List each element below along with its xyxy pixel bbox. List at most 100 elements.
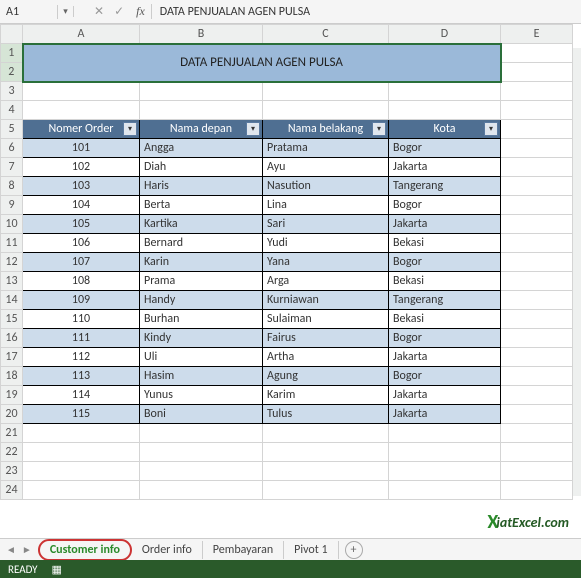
table-cell[interactable]: Jakarta [389,405,501,424]
table-cell[interactable]: 112 [23,348,140,367]
table-cell[interactable]: Bogor [389,367,501,386]
cell[interactable] [389,82,501,101]
cell[interactable] [501,272,573,291]
cell[interactable] [501,462,573,481]
table-cell[interactable]: Karin [140,253,263,272]
cell[interactable] [389,462,501,481]
table-cell[interactable]: Artha [263,348,389,367]
table-cell[interactable]: Haris [140,177,263,196]
table-cell[interactable]: 110 [23,310,140,329]
row-header[interactable]: 1 [1,44,23,63]
cell[interactable] [501,443,573,462]
cell[interactable] [501,177,573,196]
table-cell[interactable]: 106 [23,234,140,253]
filter-dropdown-icon[interactable]: ▾ [372,122,386,136]
row-header[interactable]: 15 [1,310,23,329]
row-header[interactable]: 19 [1,386,23,405]
row-header[interactable]: 11 [1,234,23,253]
table-cell[interactable]: Bogor [389,196,501,215]
cell[interactable] [263,481,389,500]
cell[interactable] [501,139,573,158]
table-cell[interactable]: Angga [140,139,263,158]
cell[interactable] [501,120,573,139]
table-header-cell[interactable]: Nomer Order▾ [23,120,140,139]
col-header-D[interactable]: D [389,25,501,44]
table-cell[interactable]: 104 [23,196,140,215]
cell[interactable] [23,101,140,120]
table-cell[interactable]: Yana [263,253,389,272]
cell[interactable] [263,101,389,120]
table-cell[interactable]: Agung [263,367,389,386]
table-cell[interactable]: Berta [140,196,263,215]
cell[interactable] [263,462,389,481]
table-cell[interactable]: Lina [263,196,389,215]
row-header[interactable]: 9 [1,196,23,215]
table-cell[interactable]: Bogor [389,329,501,348]
sheet-tab-pivot-1[interactable]: Pivot 1 [284,541,338,559]
col-header-B[interactable]: B [140,25,263,44]
table-cell[interactable]: Prama [140,272,263,291]
cell[interactable] [501,348,573,367]
fx-icon[interactable]: fx [130,4,152,19]
row-header[interactable]: 20 [1,405,23,424]
cell[interactable] [389,443,501,462]
table-cell[interactable]: Burhan [140,310,263,329]
table-cell[interactable]: 107 [23,253,140,272]
table-cell[interactable]: Tangerang [389,291,501,310]
cell[interactable] [501,310,573,329]
title-merged-cell[interactable]: DATA PENJUALAN AGEN PULSA [23,44,501,82]
table-cell[interactable]: 101 [23,139,140,158]
table-cell[interactable]: 108 [23,272,140,291]
cell[interactable] [501,215,573,234]
table-cell[interactable]: 109 [23,291,140,310]
cell[interactable] [263,443,389,462]
name-box-dropdown-icon[interactable]: ▾ [58,6,74,17]
table-cell[interactable]: 105 [23,215,140,234]
table-cell[interactable]: 102 [23,158,140,177]
table-cell[interactable]: Bernard [140,234,263,253]
cell[interactable] [501,367,573,386]
table-cell[interactable]: Sari [263,215,389,234]
cell[interactable] [263,424,389,443]
cell[interactable] [501,63,573,82]
table-cell[interactable]: Diah [140,158,263,177]
cell[interactable] [23,424,140,443]
table-cell[interactable]: Hasim [140,367,263,386]
formula-input[interactable]: DATA PENJUALAN AGEN PULSA [152,5,581,19]
cell[interactable] [501,424,573,443]
cell[interactable] [501,196,573,215]
table-cell[interactable]: Bekasi [389,272,501,291]
table-cell[interactable]: 115 [23,405,140,424]
col-header-A[interactable]: A [23,25,140,44]
cell[interactable] [389,101,501,120]
row-header[interactable]: 12 [1,253,23,272]
row-header[interactable]: 6 [1,139,23,158]
table-cell[interactable]: Uli [140,348,263,367]
table-cell[interactable]: 111 [23,329,140,348]
cell[interactable] [501,405,573,424]
macro-record-icon[interactable]: ▦ [52,563,62,576]
add-sheet-button[interactable]: + [345,541,363,559]
col-header-E[interactable]: E [501,25,573,44]
table-header-cell[interactable]: Kota▾ [389,120,501,139]
tab-nav-right-icon[interactable]: ► [22,543,32,556]
row-header[interactable]: 18 [1,367,23,386]
cell[interactable] [23,82,140,101]
vertical-scrollbar[interactable] [573,48,581,496]
table-cell[interactable]: Tangerang [389,177,501,196]
table-cell[interactable]: Kartika [140,215,263,234]
filter-dropdown-icon[interactable]: ▾ [123,122,137,136]
row-header[interactable]: 22 [1,443,23,462]
table-cell[interactable]: Bogor [389,139,501,158]
table-cell[interactable]: Jakarta [389,348,501,367]
cell[interactable] [501,82,573,101]
tab-nav-left-icon[interactable]: ◄ [6,543,16,556]
table-cell[interactable]: Karim [263,386,389,405]
row-header[interactable]: 16 [1,329,23,348]
enter-icon[interactable]: ✓ [114,4,124,19]
table-cell[interactable]: Bekasi [389,234,501,253]
row-header[interactable]: 4 [1,101,23,120]
cell[interactable] [501,234,573,253]
cell[interactable] [501,329,573,348]
table-cell[interactable]: Handy [140,291,263,310]
